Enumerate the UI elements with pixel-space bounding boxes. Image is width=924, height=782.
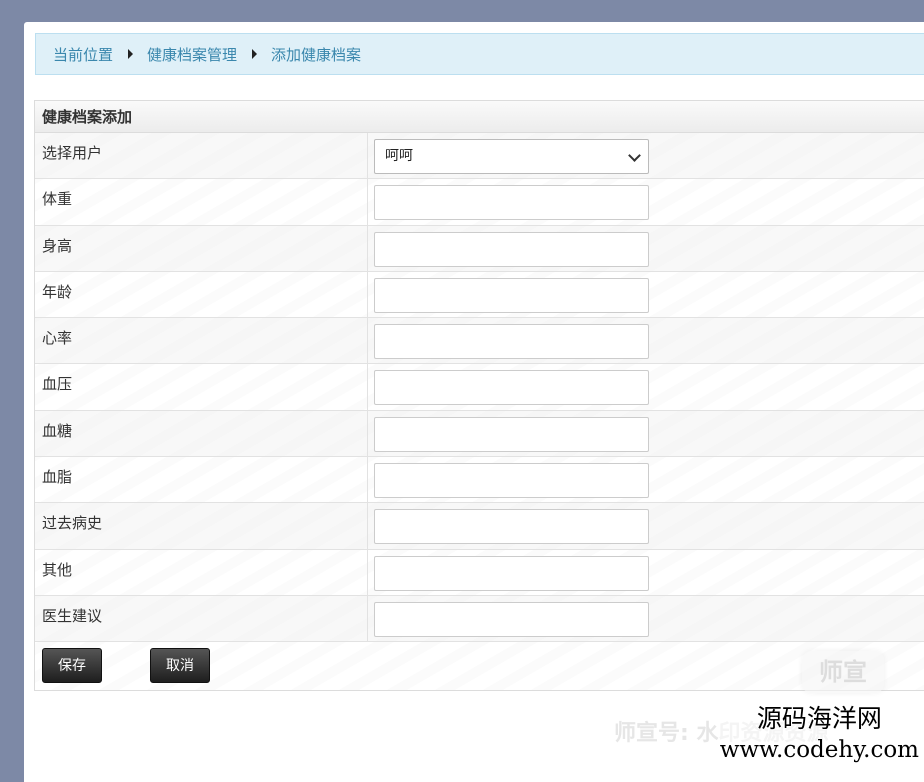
caret-right-icon <box>252 49 258 59</box>
form-row-doctor-advice: 医生建议 <box>35 595 924 643</box>
doctor-advice-input[interactable] <box>374 601 649 637</box>
heart-rate-label: 心率 <box>35 318 368 364</box>
form-row-age: 年龄 <box>35 271 924 319</box>
medical-history-input[interactable] <box>374 509 649 545</box>
height-label: 身高 <box>35 225 368 271</box>
breadcrumb-item-add-record: 添加健康档案 <box>271 45 362 64</box>
blood-sugar-input[interactable] <box>374 416 649 452</box>
blood-sugar-label: 血糖 <box>35 410 368 457</box>
doctor-advice-cell <box>368 596 649 641</box>
form-actions: 保存 取消 <box>35 642 924 688</box>
form-title: 健康档案添加 <box>35 101 924 133</box>
chevron-down-icon <box>628 149 641 162</box>
form-rows: 选择用户 呵呵 体重 身高 年龄 心率 血压 血糖 血脂 过去病史 其他 医生建… <box>35 133 924 643</box>
form-row-user: 选择用户 呵呵 <box>35 133 924 180</box>
heart-rate-input[interactable] <box>374 324 649 360</box>
breadcrumb: 当前位置 健康档案管理 添加健康档案 <box>35 33 924 75</box>
weight-label: 体重 <box>35 179 368 225</box>
medical-history-label: 过去病史 <box>35 503 368 549</box>
cancel-button[interactable]: 取消 <box>150 647 210 683</box>
user-select-value: 呵呵 <box>385 148 413 164</box>
height-input[interactable] <box>374 231 649 267</box>
health-record-form: 健康档案添加 选择用户 呵呵 体重 身高 年龄 心率 血压 血糖 血脂 过去病史… <box>34 100 924 691</box>
form-row-weight: 体重 <box>35 179 924 226</box>
save-button[interactable]: 保存 <box>42 647 102 683</box>
other-input[interactable] <box>374 555 649 591</box>
age-input[interactable] <box>374 277 649 313</box>
brand-url: www.codehy.com <box>719 737 919 763</box>
other-label: 其他 <box>35 549 368 595</box>
form-row-other: 其他 <box>35 549 924 596</box>
other-cell <box>368 550 649 595</box>
user-select[interactable]: 呵呵 <box>374 139 649 174</box>
form-row-medical-history: 过去病史 <box>35 503 924 550</box>
caret-right-icon <box>128 49 134 59</box>
blood-sugar-cell <box>368 411 649 456</box>
form-row-blood-sugar: 血糖 <box>35 410 924 458</box>
medical-history-cell <box>368 503 649 548</box>
height-cell <box>368 226 649 271</box>
age-label: 年龄 <box>35 271 368 318</box>
user-select-label: 选择用户 <box>35 133 368 179</box>
blood-pressure-cell <box>368 364 649 409</box>
blood-lipid-label: 血脂 <box>35 457 368 503</box>
brand-name: 源码海洋网 <box>756 704 882 733</box>
breadcrumb-item-current-location: 当前位置 <box>53 45 114 64</box>
watermark-logo: 师宣 <box>802 651 884 693</box>
age-cell <box>368 272 649 317</box>
weight-cell <box>368 179 649 224</box>
blood-lipid-input[interactable] <box>374 463 649 499</box>
blood-pressure-label: 血压 <box>35 364 368 410</box>
heart-rate-cell <box>368 318 649 363</box>
content-panel: 当前位置 健康档案管理 添加健康档案 健康档案添加 选择用户 呵呵 体重 身高 … <box>24 22 924 782</box>
weight-input[interactable] <box>374 185 649 221</box>
doctor-advice-label: 医生建议 <box>35 595 368 642</box>
user-select-cell: 呵呵 <box>368 133 649 178</box>
breadcrumb-item-health-records[interactable]: 健康档案管理 <box>147 44 237 65</box>
form-row-blood-pressure: 血压 <box>35 364 924 411</box>
form-row-heart-rate: 心率 <box>35 318 924 365</box>
blood-lipid-cell <box>368 457 649 502</box>
form-row-height: 身高 <box>35 225 924 272</box>
blood-pressure-input[interactable] <box>374 370 649 406</box>
form-row-blood-lipid: 血脂 <box>35 457 924 504</box>
site-brand-watermark: 源码海洋网 www.codehy.com <box>717 703 921 765</box>
